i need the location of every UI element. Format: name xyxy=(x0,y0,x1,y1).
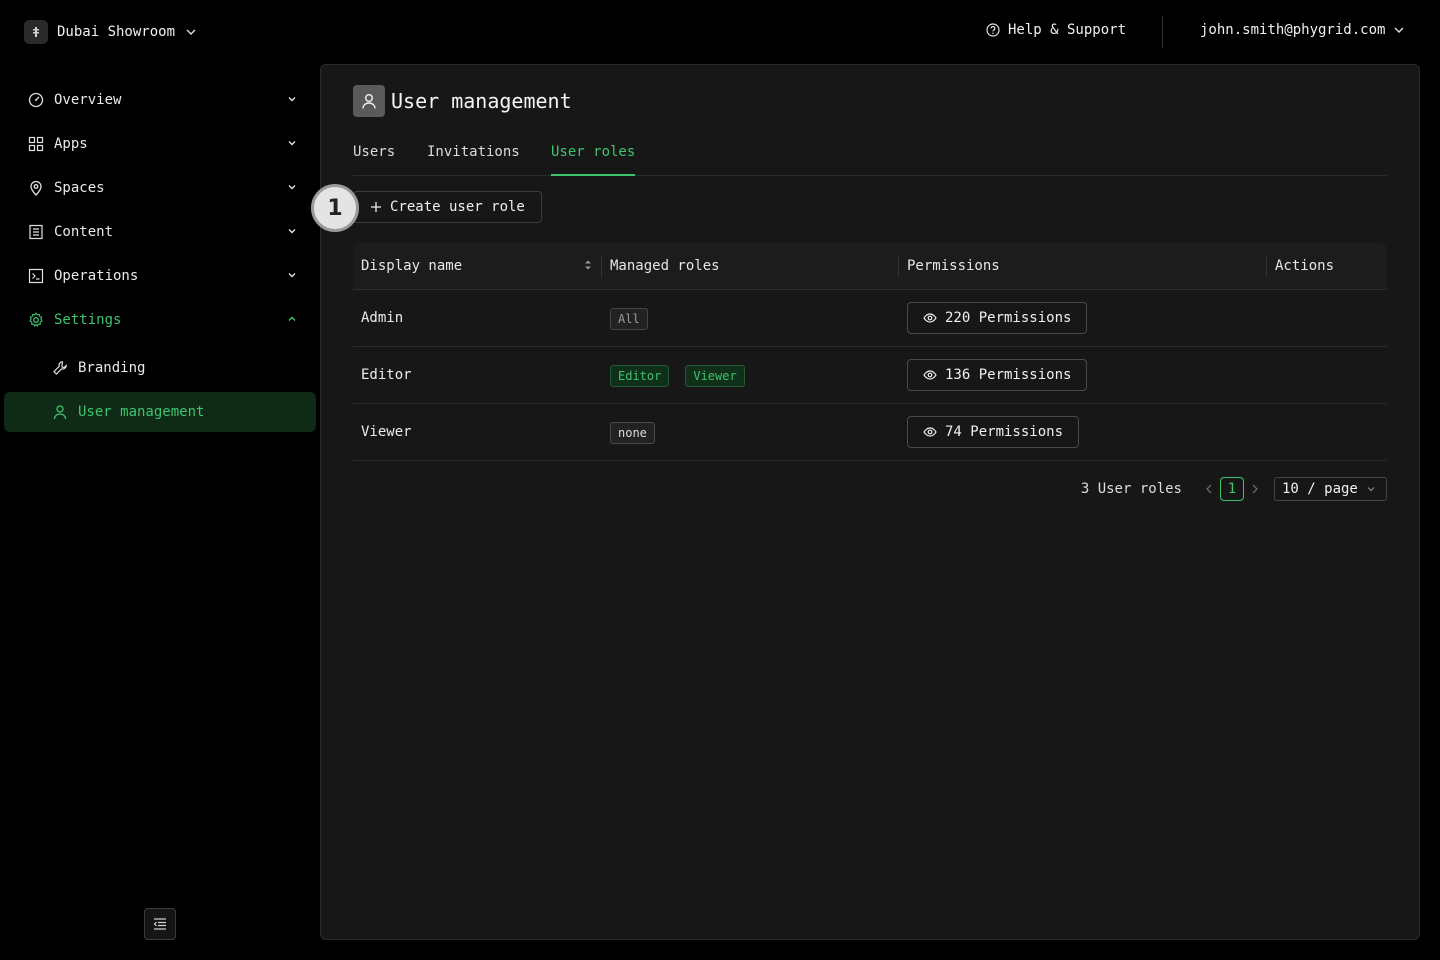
help-support-label: Help & Support xyxy=(1008,22,1127,38)
main-panel: User management Users Invitations User r… xyxy=(311,64,1420,940)
tab-invitations[interactable]: Invitations xyxy=(427,144,520,176)
terminal-icon xyxy=(28,268,44,284)
grid-icon xyxy=(28,136,44,152)
org-logo xyxy=(24,20,48,44)
table-row: Admin All 220 Permissions xyxy=(353,290,1387,347)
column-header-actions: Actions xyxy=(1275,258,1335,274)
step-badge: 1 xyxy=(311,184,359,232)
pagination: 3 User roles 1 10 / page xyxy=(1081,477,1387,501)
permissions-count: 74 Permissions xyxy=(945,424,1064,440)
chevron-down-icon xyxy=(286,181,298,193)
role-display-name: Viewer xyxy=(361,424,412,440)
sidebar-item-operations[interactable]: Operations xyxy=(4,256,316,296)
table-header: Display name Managed roles Permissions A… xyxy=(353,243,1387,290)
sidebar-item-label: Operations xyxy=(54,268,139,284)
managed-roles: All xyxy=(610,308,664,330)
help-circle-icon xyxy=(986,23,1000,37)
sidebar-item-label: Apps xyxy=(54,136,88,152)
page-number-button[interactable]: 1 xyxy=(1220,477,1244,501)
sort-icon[interactable] xyxy=(583,258,593,272)
plus-icon xyxy=(371,202,381,212)
user-icon xyxy=(52,404,68,420)
user-menu[interactable]: john.smith@phygrid.com xyxy=(1200,22,1405,38)
sidebar-item-overview[interactable]: Overview xyxy=(4,80,316,120)
create-user-role-label: Create user role xyxy=(390,199,525,215)
indent-icon xyxy=(153,918,166,930)
sidebar-item-content[interactable]: Content xyxy=(4,212,316,252)
gear-icon xyxy=(28,312,44,328)
create-user-role-button[interactable]: Create user role xyxy=(353,191,542,223)
managed-roles: none xyxy=(610,422,671,444)
chevron-left-icon xyxy=(1206,484,1212,494)
page-header: User management xyxy=(353,85,572,117)
sidebar-item-apps[interactable]: Apps xyxy=(4,124,316,164)
role-tag: Viewer xyxy=(685,365,745,387)
eye-icon xyxy=(923,313,937,323)
column-header-permissions: Permissions xyxy=(907,258,1000,274)
permissions-count: 136 Permissions xyxy=(945,367,1072,383)
table-row: Viewer none 74 Permissions xyxy=(353,404,1387,461)
sidebar-item-branding[interactable]: Branding xyxy=(4,348,316,388)
sidebar-item-label: Branding xyxy=(78,360,146,376)
chevron-right-icon xyxy=(1252,484,1258,494)
column-header-display-name[interactable]: Display name xyxy=(361,258,462,274)
managed-roles: Editor Viewer xyxy=(610,365,761,387)
tab-bar: Users Invitations User roles xyxy=(353,141,1387,176)
chevron-down-icon xyxy=(286,137,298,149)
org-name: Dubai Showroom xyxy=(57,24,176,40)
view-permissions-button[interactable]: 74 Permissions xyxy=(907,416,1080,448)
table-row: Editor Editor Viewer 136 Permissions xyxy=(353,347,1387,404)
column-divider xyxy=(601,255,602,277)
chevron-down-icon xyxy=(286,269,298,281)
page-size-select[interactable]: 10 / page xyxy=(1274,477,1387,501)
sidebar-item-settings[interactable]: Settings xyxy=(4,300,316,340)
wrench-icon xyxy=(52,360,68,376)
next-page-button[interactable] xyxy=(1250,483,1260,495)
sidebar-item-label: Spaces xyxy=(54,180,105,196)
view-permissions-button[interactable]: 136 Permissions xyxy=(907,359,1088,391)
user-roles-table: Display name Managed roles Permissions A… xyxy=(353,243,1387,461)
chevron-down-icon xyxy=(286,93,298,105)
page-title: User management xyxy=(391,89,572,113)
gauge-icon xyxy=(28,92,44,108)
role-tag: none xyxy=(610,422,655,444)
user-email: john.smith@phygrid.com xyxy=(1200,22,1386,38)
role-display-name: Admin xyxy=(361,310,404,326)
role-tag: Editor xyxy=(610,365,670,387)
column-divider xyxy=(898,255,899,277)
tab-user-roles[interactable]: User roles xyxy=(551,144,636,176)
chevron-down-icon xyxy=(1394,27,1404,33)
location-pin-icon xyxy=(28,180,44,196)
user-icon xyxy=(353,85,385,117)
chevron-down-icon xyxy=(286,225,298,237)
column-divider xyxy=(1266,255,1267,277)
eye-icon xyxy=(923,370,937,380)
tab-users[interactable]: Users xyxy=(353,144,395,176)
chevron-down-icon xyxy=(1367,487,1375,492)
org-switcher[interactable]: Dubai Showroom xyxy=(24,20,197,44)
sidebar-item-label: User management xyxy=(78,404,205,420)
help-support-link[interactable]: Help & Support xyxy=(986,22,1126,38)
sidebar-item-spaces[interactable]: Spaces xyxy=(4,168,316,208)
role-tag: All xyxy=(610,308,648,330)
role-display-name: Editor xyxy=(361,367,412,383)
sidebar-item-label: Overview xyxy=(54,92,122,108)
view-permissions-button[interactable]: 220 Permissions xyxy=(907,302,1088,334)
prev-page-button[interactable] xyxy=(1204,483,1214,495)
column-header-managed-roles: Managed roles xyxy=(610,258,720,274)
sidebar-item-label: Content xyxy=(54,224,114,240)
page-size-value: 10 / page xyxy=(1282,481,1358,497)
sidebar-collapse-button[interactable] xyxy=(144,908,176,940)
eye-icon xyxy=(923,427,937,437)
permissions-count: 220 Permissions xyxy=(945,310,1072,326)
chevron-up-icon xyxy=(286,313,298,325)
chevron-down-icon xyxy=(185,26,197,38)
content-icon xyxy=(28,224,44,240)
sidebar-item-user-management[interactable]: User management xyxy=(4,392,316,432)
sidebar-item-label: Settings xyxy=(54,312,122,328)
total-count: 3 User roles xyxy=(1080,481,1182,497)
header-divider xyxy=(1162,16,1163,48)
